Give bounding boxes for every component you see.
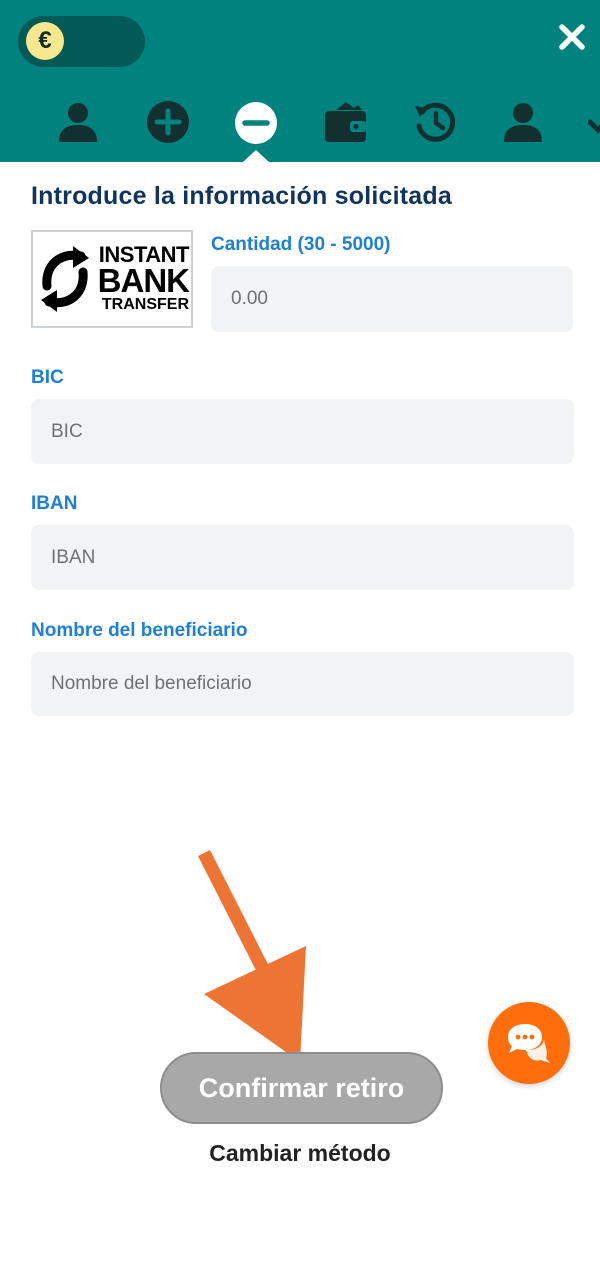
history-icon (415, 102, 456, 142)
chat-button[interactable] (488, 1002, 570, 1084)
beneficiary-input[interactable] (31, 652, 574, 716)
page-title: Introduce la información solicitada (31, 182, 452, 210)
change-method-link[interactable]: Cambiar método (0, 1140, 600, 1167)
tab-withdraw[interactable] (234, 101, 278, 145)
tab-more[interactable] (587, 100, 600, 144)
logo-wordmark: INSTANT BANK TRANSFER (89, 244, 190, 314)
header-bar: € (0, 0, 600, 162)
iban-input[interactable] (31, 525, 574, 590)
chat-bubble-icon (508, 1024, 550, 1063)
plus-circle-icon (147, 101, 189, 143)
logo-line-2: BANK (97, 262, 190, 299)
tab-profile[interactable] (56, 100, 100, 144)
user-icon (504, 103, 542, 142)
currency-toggle[interactable]: € (18, 16, 145, 67)
logo-line-3: TRANSFER (101, 296, 189, 313)
beneficiary-label: Nombre del beneficiario (31, 620, 248, 641)
active-tab-pointer (242, 150, 270, 162)
user-icon (59, 103, 97, 142)
tab-account[interactable] (501, 100, 545, 144)
minus-circle-icon (235, 102, 277, 144)
amount-input[interactable] (211, 266, 573, 332)
iban-label: IBAN (31, 493, 78, 514)
transfer-arrows-icon (41, 246, 89, 312)
tab-wallet[interactable] (324, 100, 368, 144)
close-button[interactable] (553, 18, 591, 56)
bic-label: BIC (31, 367, 64, 388)
tab-history[interactable] (413, 100, 457, 144)
annotation-arrow-icon (198, 850, 306, 1062)
chevron-down-icon (587, 119, 600, 134)
bic-input[interactable] (31, 399, 574, 464)
tab-deposit[interactable] (146, 100, 190, 144)
amount-label: Cantidad (30 - 5000) (211, 234, 391, 255)
wallet-icon (325, 102, 366, 142)
euro-coin-icon: € (26, 22, 64, 60)
instant-bank-transfer-logo: INSTANT BANK TRANSFER (31, 230, 193, 328)
confirm-withdrawal-button[interactable]: Confirmar retiro (160, 1052, 443, 1124)
close-icon (559, 24, 585, 50)
